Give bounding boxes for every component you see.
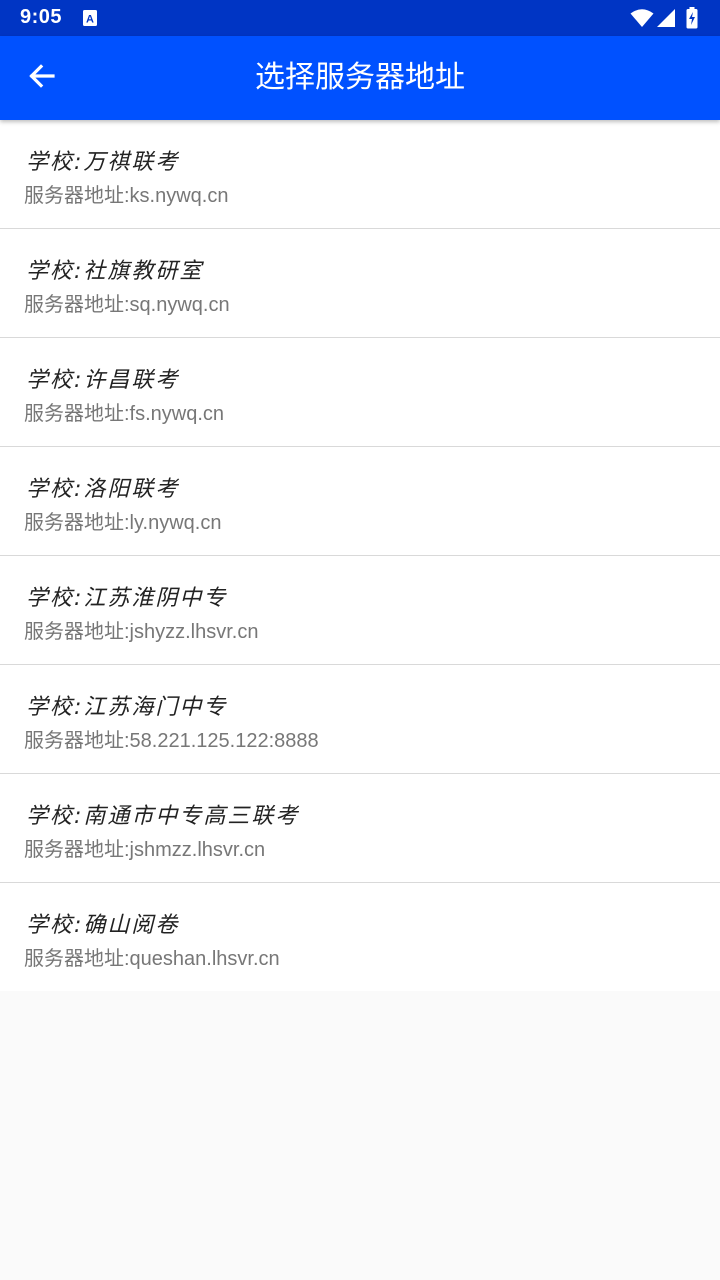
school-name: 学校:社旗教研室 — [26, 259, 204, 284]
status-bar: 9:05 A — [0, 0, 720, 36]
server-address: 服务器地址:jshyzz.lhsvr.cn — [24, 621, 259, 643]
page-title: 选择服务器地址 — [255, 60, 465, 95]
server-address: 服务器地址:sq.nywq.cn — [24, 294, 230, 316]
back-button[interactable] — [14, 50, 70, 106]
server-address: 服务器地址:jshmzz.lhsvr.cn — [24, 839, 266, 861]
school-name: 学校:许昌联考 — [26, 368, 180, 393]
app-bar: 选择服务器地址 — [0, 36, 720, 120]
server-list-item[interactable]: 学校:江苏海门中专 服务器地址:58.221.125.122:8888 — [0, 665, 720, 774]
server-address: 服务器地址:fs.nywq.cn — [24, 403, 225, 425]
server-address: 服务器地址:ks.nywq.cn — [24, 185, 229, 207]
cell-signal-icon — [656, 8, 676, 32]
school-name: 学校:江苏淮阴中专 — [26, 586, 228, 611]
school-name: 学校:江苏海门中专 — [26, 695, 228, 720]
status-time: 9:05 — [20, 6, 63, 28]
school-name: 学校:万祺联考 — [26, 150, 180, 175]
arrow-back-icon — [28, 62, 56, 94]
server-list-item[interactable]: 学校:万祺联考 服务器地址:ks.nywq.cn — [0, 120, 720, 229]
server-list-item[interactable]: 学校:许昌联考 服务器地址:fs.nywq.cn — [0, 338, 720, 447]
school-name: 学校:洛阳联考 — [26, 477, 180, 502]
server-list-item[interactable]: 学校:社旗教研室 服务器地址:sq.nywq.cn — [0, 229, 720, 338]
server-address: 服务器地址:queshan.lhsvr.cn — [24, 948, 280, 970]
server-list-item[interactable]: 学校:确山阅卷 服务器地址:queshan.lhsvr.cn — [0, 883, 720, 991]
server-list-item[interactable]: 学校:洛阳联考 服务器地址:ly.nywq.cn — [0, 447, 720, 556]
server-list: 学校:万祺联考 服务器地址:ks.nywq.cn 学校:社旗教研室 服务器地址:… — [0, 120, 720, 991]
server-address: 服务器地址:ly.nywq.cn — [24, 512, 222, 534]
battery-charging-icon — [686, 7, 698, 33]
school-name: 学校:确山阅卷 — [26, 913, 180, 938]
wifi-icon — [630, 8, 654, 32]
a-notification-icon: A — [82, 9, 98, 31]
server-list-item[interactable]: 学校:江苏淮阴中专 服务器地址:jshyzz.lhsvr.cn — [0, 556, 720, 665]
school-name: 学校:南通市中专高三联考 — [26, 804, 300, 829]
server-list-item[interactable]: 学校:南通市中专高三联考 服务器地址:jshmzz.lhsvr.cn — [0, 774, 720, 883]
svg-text:A: A — [86, 14, 94, 26]
server-address: 服务器地址:58.221.125.122:8888 — [24, 730, 319, 752]
